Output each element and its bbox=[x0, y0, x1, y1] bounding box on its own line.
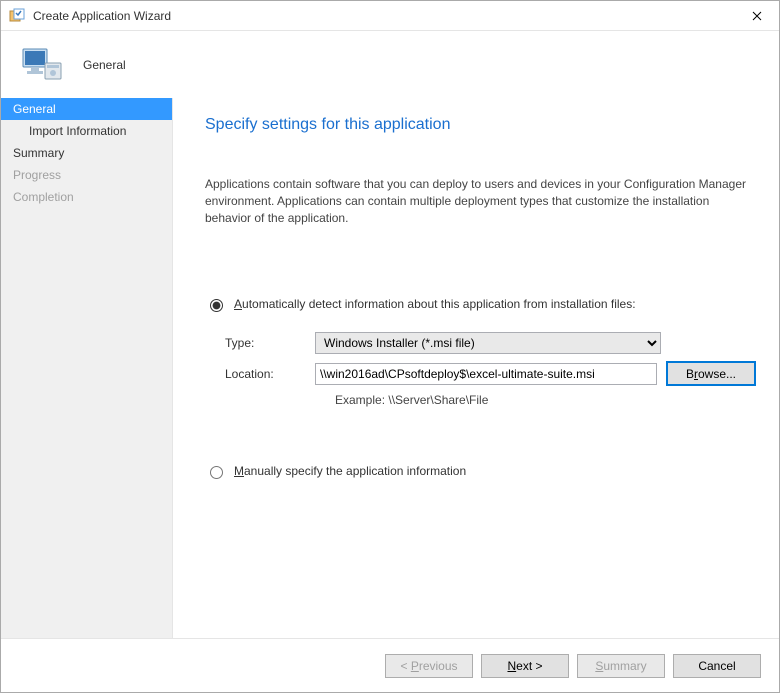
computer-icon bbox=[17, 41, 65, 89]
location-label: Location: bbox=[225, 367, 315, 381]
sidebar-item-summary[interactable]: Summary bbox=[1, 142, 172, 164]
next-button[interactable]: Next > bbox=[481, 654, 569, 678]
app-icon bbox=[9, 8, 25, 24]
sidebar-item-progress: Progress bbox=[1, 164, 172, 186]
close-button[interactable] bbox=[734, 1, 779, 31]
location-row: Location: Browse... bbox=[225, 362, 755, 385]
radio-auto-detect-row: Automatically detect information about t… bbox=[205, 296, 755, 312]
type-select[interactable]: Windows Installer (*.msi file) bbox=[315, 332, 661, 354]
sidebar-item-completion: Completion bbox=[1, 186, 172, 208]
radio-manual-row: Manually specify the application informa… bbox=[205, 463, 755, 479]
sidebar-item-import-information[interactable]: Import Information bbox=[1, 120, 172, 142]
location-example: Example: \\Server\Share\File bbox=[335, 393, 755, 407]
cancel-button[interactable]: Cancel bbox=[673, 654, 761, 678]
wizard-footer: < Previous Next > Summary Cancel bbox=[1, 638, 779, 692]
location-input[interactable] bbox=[315, 363, 657, 385]
window-title: Create Application Wizard bbox=[33, 9, 734, 23]
auto-detect-form: Type: Windows Installer (*.msi file) Loc… bbox=[225, 332, 755, 407]
page-description: Applications contain software that you c… bbox=[205, 176, 755, 226]
type-row: Type: Windows Installer (*.msi file) bbox=[225, 332, 755, 354]
header-page-name: General bbox=[83, 58, 126, 72]
radio-manual-label[interactable]: Manually specify the application informa… bbox=[234, 464, 466, 478]
wizard-header: General bbox=[1, 31, 779, 98]
page-heading: Specify settings for this application bbox=[205, 116, 755, 134]
sidebar: General Import Information Summary Progr… bbox=[1, 98, 173, 638]
summary-button: Summary bbox=[577, 654, 665, 678]
type-label: Type: bbox=[225, 336, 315, 350]
titlebar: Create Application Wizard bbox=[1, 1, 779, 31]
browse-button[interactable]: Browse... bbox=[667, 362, 755, 385]
radio-manual[interactable] bbox=[210, 466, 223, 479]
radio-auto-detect[interactable] bbox=[210, 299, 223, 312]
wizard-body: General Import Information Summary Progr… bbox=[1, 98, 779, 638]
content-pane: Specify settings for this application Ap… bbox=[173, 98, 779, 638]
previous-button: < Previous bbox=[385, 654, 473, 678]
sidebar-item-general[interactable]: General bbox=[1, 98, 172, 120]
radio-auto-detect-label[interactable]: Automatically detect information about t… bbox=[234, 297, 636, 311]
